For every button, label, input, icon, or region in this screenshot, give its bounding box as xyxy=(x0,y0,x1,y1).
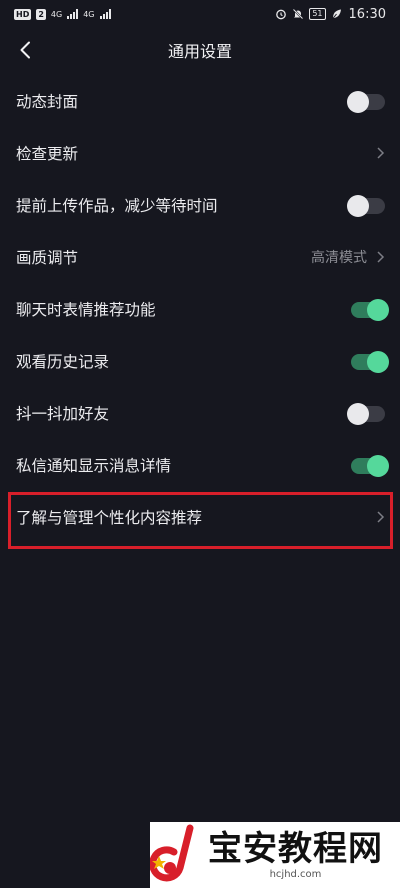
back-button[interactable] xyxy=(10,34,40,66)
chevron-left-icon xyxy=(20,41,30,59)
watch-history-toggle[interactable] xyxy=(351,351,389,373)
signal-icon xyxy=(67,9,79,19)
leaf-icon xyxy=(331,9,341,20)
setting-label: 私信通知显示消息详情 xyxy=(16,457,172,475)
watermark-title: 宝安教程网 xyxy=(208,829,383,869)
setting-label: 动态封面 xyxy=(16,93,79,111)
watermark-url: hcjhd.com xyxy=(269,869,322,880)
site-logo-icon xyxy=(150,824,194,882)
setting-label: 检查更新 xyxy=(16,145,79,163)
settings-list: 动态封面 检查更新 提前上传作品，减少等待时间 画质调节 高清模式 聊天时表情推… xyxy=(0,75,400,543)
setting-watch-history[interactable]: 观看历史记录 xyxy=(0,335,400,387)
setting-personalized-recommend[interactable]: 了解与管理个性化内容推荐 xyxy=(0,491,400,543)
early-upload-toggle[interactable] xyxy=(347,195,385,217)
setting-label: 画质调节 xyxy=(16,249,79,267)
setting-dynamic-cover[interactable]: 动态封面 xyxy=(0,75,400,127)
setting-label: 观看历史记录 xyxy=(16,353,110,371)
status-bar-left: HD 2 4G 4G xyxy=(14,8,111,20)
shake-add-friend-toggle[interactable] xyxy=(347,403,385,425)
dm-notification-detail-toggle[interactable] xyxy=(351,455,389,477)
video-quality-value: 高清模式 xyxy=(311,250,367,266)
chevron-right-icon xyxy=(377,511,385,523)
setting-label: 提前上传作品，减少等待时间 xyxy=(16,197,218,215)
mute-bell-icon xyxy=(293,8,304,20)
page-title: 通用设置 xyxy=(167,42,232,61)
setting-early-upload[interactable]: 提前上传作品，减少等待时间 xyxy=(0,179,400,231)
setting-check-update[interactable]: 检查更新 xyxy=(0,127,400,179)
setting-label: 了解与管理个性化内容推荐 xyxy=(16,509,203,527)
dynamic-cover-toggle[interactable] xyxy=(347,91,385,113)
setting-dm-notification-detail[interactable]: 私信通知显示消息详情 xyxy=(0,439,400,491)
status-bar: HD 2 4G 4G 51 16:30 xyxy=(0,0,400,28)
setting-video-quality[interactable]: 画质调节 高清模式 xyxy=(0,231,400,283)
network-type-1: 4G xyxy=(50,9,63,19)
status-bar-right: 51 16:30 xyxy=(275,7,386,22)
signal-icon-2 xyxy=(99,9,111,19)
clock: 16:30 xyxy=(348,6,386,22)
chevron-right-icon xyxy=(377,251,385,263)
hd-badge: HD xyxy=(14,8,32,20)
setting-label: 抖一抖加好友 xyxy=(16,405,110,423)
chevron-right-icon xyxy=(377,147,385,159)
sim-badge: 2 xyxy=(36,8,46,20)
network-type-2: 4G xyxy=(83,9,95,19)
battery-icon: 51 xyxy=(309,8,326,20)
emoji-recommend-toggle[interactable] xyxy=(351,299,389,321)
watermark: 宝安教程网 hcjhd.com xyxy=(150,822,400,888)
setting-shake-add-friend[interactable]: 抖一抖加好友 xyxy=(0,387,400,439)
setting-label: 聊天时表情推荐功能 xyxy=(16,301,156,319)
setting-emoji-recommend[interactable]: 聊天时表情推荐功能 xyxy=(0,283,400,335)
nav-header: 通用设置 xyxy=(0,28,400,72)
alarm-icon xyxy=(276,9,287,20)
